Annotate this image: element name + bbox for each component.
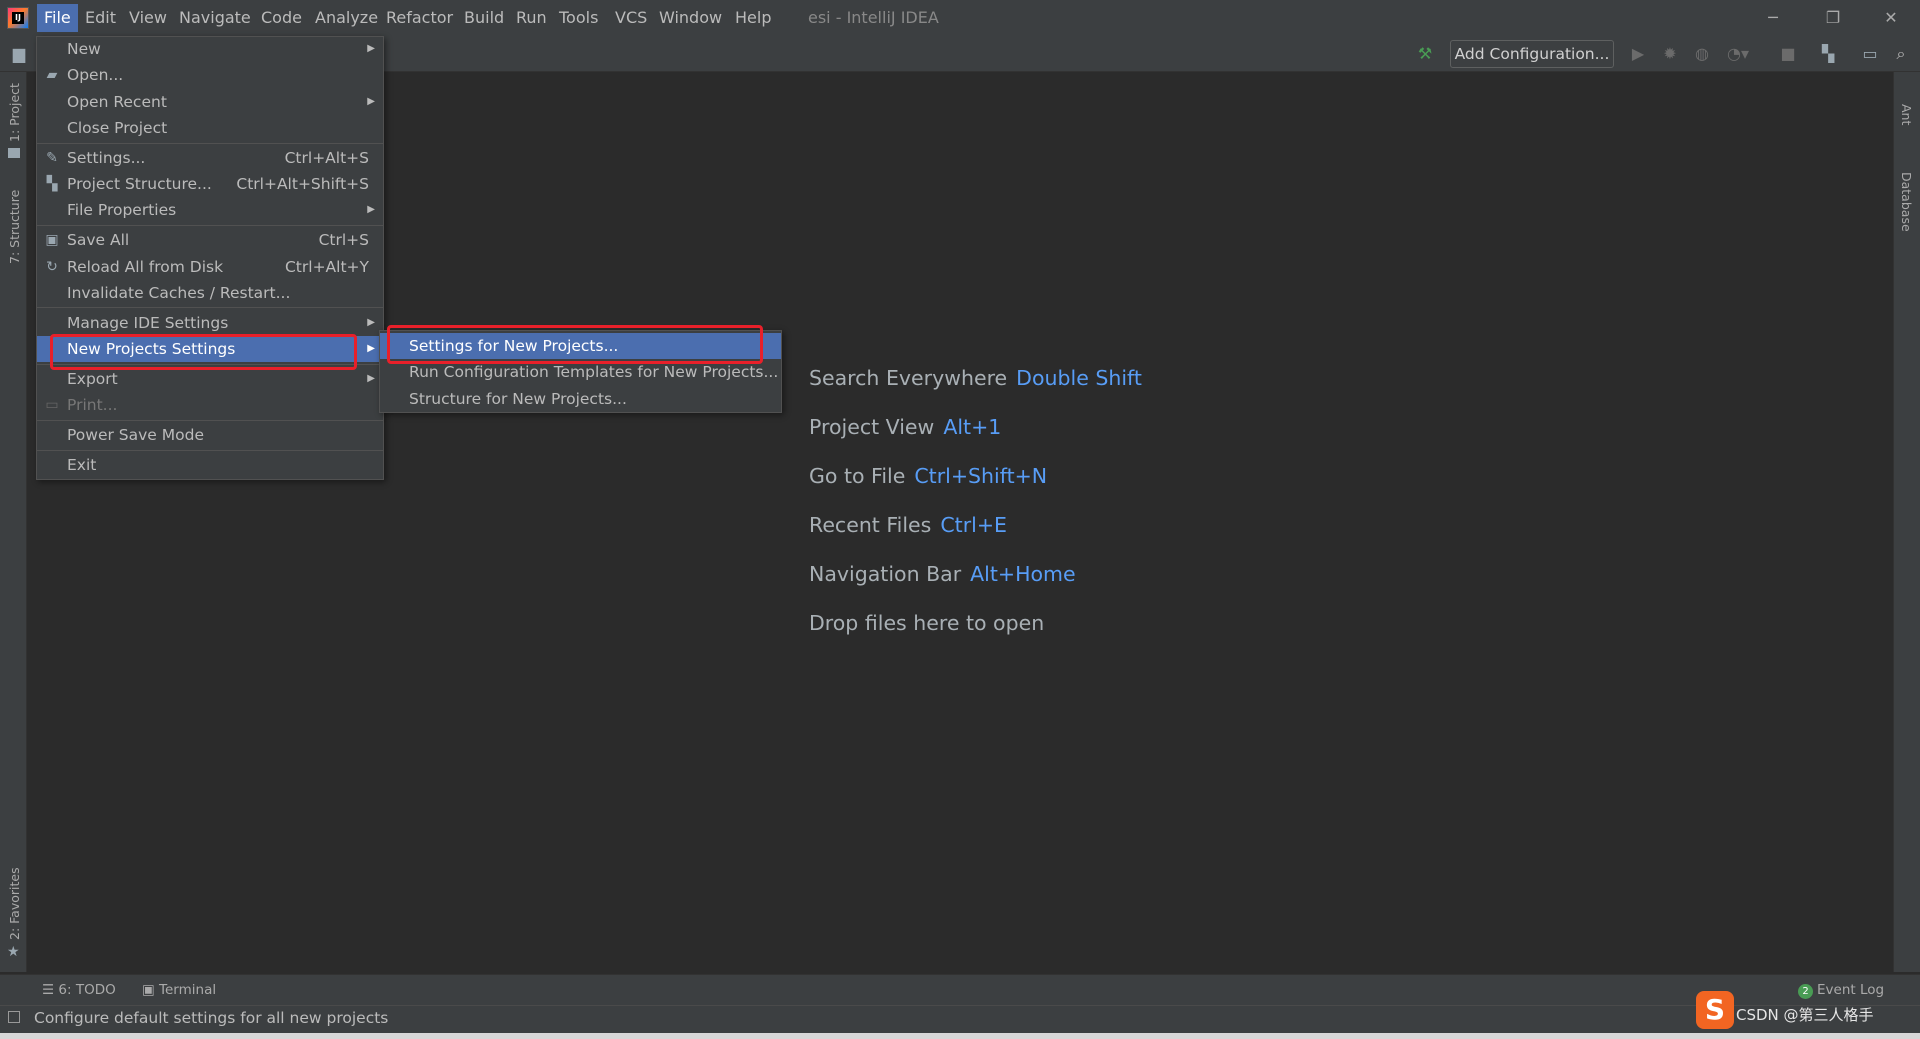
menu-separator <box>37 450 383 451</box>
run-icon[interactable]: ▶ <box>1626 42 1650 66</box>
menu-help[interactable]: Help <box>728 4 778 32</box>
file-menu-file-properties[interactable]: File Properties ▶ <box>37 197 383 223</box>
folder-open-icon: ▰ <box>46 67 58 83</box>
profile-icon[interactable]: ◔▾ <box>1726 42 1750 66</box>
minimize-button[interactable]: ─ <box>1750 0 1796 36</box>
project-structure-icon: ▚ <box>46 176 58 192</box>
menu-code[interactable]: Code <box>254 4 309 32</box>
intellij-logo-icon: IJ <box>7 7 29 29</box>
project-tool-tab[interactable]: 1: Project <box>7 83 22 142</box>
file-menu-project-structure[interactable]: ▚ Project Structure... Ctrl+Alt+Shift+S <box>37 171 383 197</box>
coverage-icon[interactable]: ◍ <box>1690 42 1714 66</box>
menu-analyze[interactable]: Analyze <box>308 4 385 32</box>
star-icon: ★ <box>7 944 20 960</box>
file-menu-open-recent[interactable]: Open Recent ▶ <box>37 89 383 115</box>
todo-tool-tab[interactable]: ☰ 6: TODO <box>42 980 116 1000</box>
file-menu-settings[interactable]: ✎ Settings... Ctrl+Alt+S <box>37 145 383 171</box>
highlight-box-new-projects-settings <box>50 334 357 370</box>
favorites-tool-tab[interactable]: 2: Favorites <box>7 867 22 940</box>
bottom-tool-strip <box>0 974 1920 1005</box>
menu-file[interactable]: File <box>37 4 78 32</box>
hint-recent-files: Recent Files Ctrl+E <box>809 513 1007 537</box>
status-toggle-icon[interactable] <box>8 1011 20 1023</box>
stop-icon[interactable]: ■ <box>1776 42 1800 66</box>
terminal-icon: ▣ <box>142 982 160 998</box>
menu-window[interactable]: Window <box>652 4 729 32</box>
wrench-icon: ✎ <box>46 150 58 166</box>
menu-view[interactable]: View <box>122 4 174 32</box>
menu-separator <box>37 420 383 421</box>
file-menu-print: ▭ Print... <box>37 392 383 418</box>
menu-run[interactable]: Run <box>509 4 554 32</box>
database-tool-tab[interactable]: Database <box>1899 172 1914 232</box>
file-menu-manage-ide-settings[interactable]: Manage IDE Settings ▶ <box>37 310 383 336</box>
reload-icon: ↻ <box>46 259 58 275</box>
menu-build[interactable]: Build <box>457 4 511 32</box>
structure-tool-tab[interactable]: 7: Structure <box>7 190 22 264</box>
file-menu-power-save-mode[interactable]: Power Save Mode <box>37 422 383 448</box>
file-menu-invalidate-caches[interactable]: Invalidate Caches / Restart... <box>37 280 383 306</box>
toggle-presentation-icon[interactable]: ▭ <box>1858 42 1882 66</box>
status-text: Configure default settings for all new p… <box>34 1009 389 1027</box>
file-menu-exit[interactable]: Exit <box>37 452 383 478</box>
file-menu-new[interactable]: New ▶ <box>37 36 383 62</box>
file-menu-open[interactable]: ▰ Open... <box>37 62 383 88</box>
menu-refactor[interactable]: Refactor <box>379 4 460 32</box>
file-menu-close-project[interactable]: Close Project <box>37 115 383 141</box>
submenu-structure-for-new-projects[interactable]: Structure for New Projects... <box>380 386 781 412</box>
menu-navigate[interactable]: Navigate <box>172 4 258 32</box>
hint-project-view: Project View Alt+1 <box>809 415 1002 439</box>
hint-go-to-file: Go to File Ctrl+Shift+N <box>809 464 1048 488</box>
debug-icon[interactable]: ✹ <box>1658 42 1682 66</box>
menu-vcs[interactable]: VCS <box>608 4 654 32</box>
hint-navigation-bar: Navigation Bar Alt+Home <box>809 562 1076 586</box>
print-icon: ▭ <box>45 397 59 413</box>
menu-separator <box>37 225 383 226</box>
ant-tool-tab[interactable]: Ant <box>1899 104 1914 125</box>
menu-separator <box>37 143 383 144</box>
file-menu-save-all[interactable]: ▣ Save All Ctrl+S <box>37 227 383 253</box>
terminal-tool-tab[interactable]: ▣ Terminal <box>142 980 216 1000</box>
event-count-badge: 2 <box>1798 984 1813 999</box>
window-title: esi - IntelliJ IDEA <box>808 8 939 27</box>
restore-button[interactable]: ❐ <box>1810 0 1856 36</box>
hint-drop-files: Drop files here to open <box>809 611 1045 635</box>
project-folder-icon[interactable]: ▆ <box>7 42 31 66</box>
csdn-watermark-text: CSDN @第三人格手 <box>1736 1006 1874 1024</box>
hint-search-everywhere: Search Everywhere Double Shift <box>809 366 1142 390</box>
taskbar-edge <box>0 1033 1920 1039</box>
highlight-box-settings-for-new-projects <box>387 325 763 364</box>
menu-tools[interactable]: Tools <box>552 4 605 32</box>
search-icon[interactable]: ⌕ <box>1889 42 1913 66</box>
add-configuration-button[interactable]: Add Configuration... <box>1450 40 1614 68</box>
close-button[interactable]: ✕ <box>1868 0 1914 36</box>
menu-edit[interactable]: Edit <box>78 4 123 32</box>
event-log-tool-tab[interactable]: 2 Event Log <box>1798 980 1884 1000</box>
list-icon: ☰ <box>42 982 59 998</box>
csdn-watermark-logo: S <box>1696 991 1734 1029</box>
save-icon: ▣ <box>45 232 59 248</box>
project-folder-tab-icon <box>8 148 20 158</box>
build-hammer-icon[interactable]: ⚒ <box>1413 42 1437 66</box>
file-menu-reload-all[interactable]: ↻ Reload All from Disk Ctrl+Alt+Y <box>37 254 383 280</box>
menu-separator <box>37 307 383 308</box>
project-structure-icon[interactable]: ▚ <box>1816 42 1840 66</box>
